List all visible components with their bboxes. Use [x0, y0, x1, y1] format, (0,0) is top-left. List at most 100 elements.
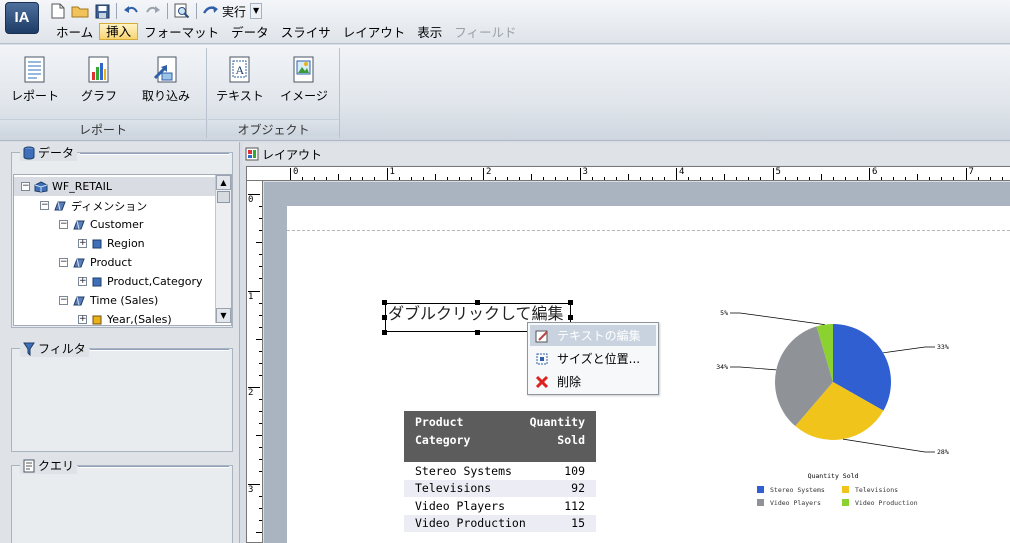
- menu-insert[interactable]: 挿入: [99, 23, 139, 40]
- ribbon-group-title: レポート: [0, 119, 206, 137]
- resize-handle[interactable]: [475, 300, 480, 305]
- report-button[interactable]: レポート: [6, 56, 64, 104]
- ruler-minor-tick: [410, 177, 412, 180]
- tree-item-wf-retail[interactable]: − WF_RETAIL: [14, 177, 216, 196]
- new-file-icon[interactable]: [48, 2, 68, 20]
- run-button[interactable]: 実行: [201, 2, 248, 20]
- ruler-minor-tick: [627, 174, 629, 180]
- ruler-minor-tick: [259, 350, 262, 352]
- layout-tab-header: レイアウト: [243, 143, 1010, 165]
- undo-icon[interactable]: [121, 2, 141, 20]
- data-panel-title: データ: [38, 146, 75, 160]
- ribbon-group-object: A テキスト イメージ オブジェクト: [208, 48, 340, 138]
- header-sold: Sold: [557, 433, 585, 447]
- save-disk-icon[interactable]: [92, 2, 112, 20]
- preview-magnifier-icon[interactable]: [172, 2, 192, 20]
- scroll-down-arrow[interactable]: ▼: [216, 308, 231, 323]
- dimension-icon: [54, 201, 66, 210]
- hierarchy-icon: [73, 220, 85, 229]
- ruler-minor-tick: [446, 177, 448, 180]
- tree-item-dimensions[interactable]: − ディメンション: [40, 196, 147, 215]
- menu-slicer[interactable]: スライサ: [275, 23, 337, 42]
- collapse-toggle[interactable]: −: [59, 296, 68, 305]
- expand-toggle[interactable]: +: [78, 239, 87, 248]
- app-logo-button[interactable]: IA: [5, 2, 39, 34]
- ruler-minor-tick: [748, 177, 749, 180]
- resize-handle[interactable]: [475, 330, 480, 335]
- run-arrow-icon: [203, 6, 218, 14]
- cell-qty: 112: [564, 498, 585, 513]
- tree-scrollbar[interactable]: ▲ ▼: [215, 175, 231, 323]
- report-table[interactable]: Product Category Quantity Sold Stereo Sy…: [404, 411, 596, 532]
- panel-divider: [80, 153, 229, 155]
- expand-toggle[interactable]: +: [78, 277, 87, 286]
- expand-toggle[interactable]: +: [78, 315, 87, 324]
- resize-handle[interactable]: [568, 300, 573, 305]
- resize-handle[interactable]: [568, 315, 573, 320]
- collapse-toggle[interactable]: −: [59, 220, 68, 229]
- ruler-minor-tick: [302, 177, 303, 180]
- tree-item-product-category[interactable]: + Product,Category: [78, 272, 203, 291]
- ruler-minor-tick: [458, 177, 460, 180]
- ctx-size-position-label: サイズと位置...: [557, 352, 641, 366]
- tree-item-year-sales[interactable]: + Year,(Sales): [78, 310, 172, 325]
- ctx-edit-text[interactable]: テキストの編集: [530, 325, 656, 346]
- collapse-toggle[interactable]: −: [21, 182, 30, 191]
- text-button[interactable]: A テキスト: [211, 56, 269, 104]
- run-dropdown-arrow[interactable]: ▼: [250, 3, 263, 19]
- redo-icon[interactable]: [143, 2, 163, 20]
- pie-chart[interactable]: 33% 28% 34% 5% Quantity Sold Stereo Systems Te…: [700, 296, 990, 526]
- page-header-guide: [287, 230, 1010, 231]
- tree-item-product[interactable]: − Product: [59, 253, 132, 272]
- menu-data[interactable]: データ: [225, 23, 275, 42]
- image-button[interactable]: イメージ: [275, 56, 333, 104]
- ruler-minor-tick: [929, 177, 930, 180]
- tree-item-customer[interactable]: − Customer: [59, 215, 143, 234]
- ruler-minor-tick: [736, 177, 737, 180]
- resize-icon: [536, 353, 548, 364]
- ruler-major-tick: [386, 168, 388, 180]
- menu-layout[interactable]: レイアウト: [337, 23, 412, 42]
- scroll-up-arrow[interactable]: ▲: [216, 175, 231, 190]
- ruler-major-tick: [290, 168, 291, 180]
- open-folder-icon[interactable]: [70, 2, 90, 20]
- tree-item-region[interactable]: + Region: [78, 234, 145, 253]
- ruler-minor-tick: [760, 177, 761, 180]
- legend-label: Video Production: [855, 499, 918, 507]
- tree-label: Customer: [90, 218, 144, 231]
- import-button[interactable]: 取り込み: [137, 56, 195, 104]
- menu-bar: ホーム 挿入 フォーマット データ スライサ レイアウト 表示 フィールド: [50, 23, 523, 42]
- header-quantity: Quantity: [529, 415, 585, 429]
- table-row: Video Production 15: [404, 514, 596, 532]
- ruler-minor-tick: [651, 177, 653, 180]
- tree-label: Product: [90, 256, 132, 269]
- scroll-thumb[interactable]: [217, 191, 230, 203]
- menu-view[interactable]: 表示: [411, 23, 448, 42]
- collapse-toggle[interactable]: −: [40, 201, 49, 210]
- menu-home[interactable]: ホーム: [50, 23, 99, 42]
- ruler-label: 4: [679, 167, 685, 177]
- collapse-toggle[interactable]: −: [59, 258, 68, 267]
- leader-line: [730, 366, 777, 371]
- graph-button[interactable]: グラフ: [70, 56, 128, 104]
- ruler-minor-tick: [470, 177, 472, 180]
- cell-category: Video Production: [415, 516, 526, 531]
- tree-label: Region: [107, 237, 145, 250]
- resize-handle[interactable]: [382, 330, 387, 335]
- title-toolbar-area: IA 実行 ▼ ホーム 挿入 フォーマット データ スライサ レイアウト 表示 …: [0, 0, 1010, 44]
- menu-field: フィールド: [454, 25, 517, 40]
- ruler-minor-tick: [820, 174, 822, 180]
- ctx-delete[interactable]: 削除: [530, 371, 656, 392]
- tree-item-time-sales[interactable]: − Time (Sales): [59, 291, 158, 310]
- menu-format[interactable]: フォーマット: [138, 23, 225, 42]
- ruler-minor-tick: [326, 177, 327, 180]
- left-panel: データ − WF_RETAIL − ディメンション − Customer + R…: [0, 142, 240, 543]
- resize-handle[interactable]: [382, 300, 387, 305]
- resize-handle[interactable]: [382, 315, 387, 320]
- table-row: Video Players 112: [404, 497, 596, 515]
- ctx-size-position[interactable]: サイズと位置...: [530, 348, 656, 369]
- ruler-minor-tick: [808, 177, 810, 180]
- toolbar-separator: [196, 3, 197, 19]
- panel-divider: [78, 466, 229, 468]
- ruler-minor-tick: [398, 177, 400, 180]
